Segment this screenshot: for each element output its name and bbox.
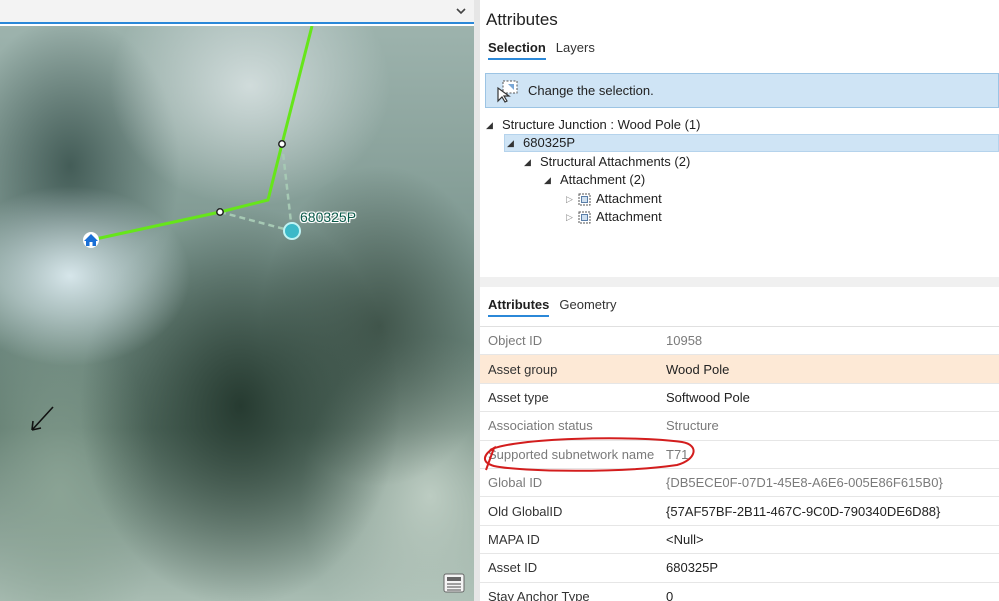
attribute-tabs: Attributes Geometry [488, 297, 616, 317]
field-value: {DB5ECE0F-07D1-45E8-A6E6-005E86F615B0} [666, 475, 943, 491]
collapsed-triangle-icon[interactable]: ▷ [566, 208, 578, 226]
attribute-table-icon[interactable] [443, 573, 465, 593]
tab-selection[interactable]: Selection [488, 40, 546, 60]
map-tab-bar [0, 0, 474, 24]
expand-triangle-icon[interactable]: ◢ [486, 116, 498, 134]
association-connector [219, 210, 293, 233]
expand-triangle-icon[interactable]: ◢ [524, 153, 536, 171]
tree-node-attachment[interactable]: ▷ Attachment [566, 208, 662, 226]
tab-geometry[interactable]: Geometry [559, 297, 616, 317]
junction-point[interactable] [278, 140, 286, 148]
field-name: Asset ID [488, 560, 538, 576]
map-view[interactable]: 680325P [0, 0, 474, 601]
association-connector [280, 143, 294, 232]
tree-node-label: Attachment [596, 191, 662, 206]
field-name: Stay Anchor Type [488, 588, 590, 601]
tab-attributes[interactable]: Attributes [488, 297, 550, 317]
attribute-row-object-id[interactable]: Object ID 10958 [480, 327, 999, 356]
tree-node-label: Attachment [596, 209, 662, 224]
field-value[interactable]: 0 [666, 589, 999, 601]
field-value[interactable]: {57AF57BF-2B11-467C-9C0D-790340DE6D88} [666, 504, 999, 519]
attribute-row-asset-group[interactable]: Asset group Wood Pole [480, 355, 999, 384]
field-value: T71 [666, 446, 689, 462]
field-name: Global ID [488, 475, 543, 491]
tree-node-attachment-group[interactable]: ◢ Attachment (2) [544, 171, 645, 189]
selection-tabs: Selection Layers [488, 40, 595, 60]
tree-node-structural-attachments[interactable]: ◢ Structural Attachments (2) [524, 153, 690, 171]
map-canvas[interactable]: 680325P [0, 26, 474, 601]
field-name: Association status [488, 418, 593, 434]
electric-line[interactable] [90, 26, 314, 242]
field-value[interactable]: Wood Pole [666, 362, 999, 377]
attribute-row-asset-type[interactable]: Asset type Softwood Pole [480, 384, 999, 413]
change-selection-label: Change the selection. [528, 83, 654, 98]
section-divider [480, 277, 999, 287]
expand-triangle-icon[interactable]: ◢ [507, 134, 519, 152]
tab-layers[interactable]: Layers [556, 40, 595, 60]
attachment-feature-icon [578, 193, 591, 205]
wood-pole-point[interactable] [283, 222, 301, 240]
select-tool-icon [497, 80, 518, 103]
junction-point[interactable] [216, 208, 224, 216]
field-name: Object ID [488, 333, 543, 349]
attribute-row-old-globalid[interactable]: Old GlobalID {57AF57BF-2B11-467C-9C0D-79… [480, 497, 999, 526]
field-value[interactable]: <Null> [666, 532, 999, 547]
tree-node-pole[interactable]: ◢ 680325P [504, 134, 999, 152]
attribute-row-mapa-id[interactable]: MAPA ID <Null> [480, 526, 999, 555]
field-value[interactable]: Softwood Pole [666, 390, 999, 405]
tree-node-label: Structure Junction : Wood Pole (1) [502, 117, 701, 132]
field-value[interactable]: 680325P [666, 560, 999, 575]
field-name: MAPA ID [488, 531, 540, 547]
field-value: Structure [666, 418, 719, 434]
tree-node-label: Structural Attachments (2) [540, 154, 691, 169]
house-icon[interactable] [83, 232, 99, 248]
attribute-row-asset-id[interactable]: Asset ID 680325P [480, 554, 999, 583]
field-name: Asset type [488, 389, 549, 405]
pane-title: Attributes [486, 10, 558, 29]
map-features [31, 26, 314, 431]
tree-node-structure-junction[interactable]: ◢ Structure Junction : Wood Pole (1) [486, 116, 700, 134]
field-value: 10958 [666, 333, 703, 349]
attributes-pane: Attributes Selection Layers Change the s… [480, 0, 999, 601]
feature-label: 680325P [300, 209, 357, 225]
expand-triangle-icon[interactable]: ◢ [544, 171, 556, 189]
tree-node-attachment[interactable]: ▷ Attachment [566, 190, 662, 208]
attribute-row-stay-anchor-type[interactable]: Stay Anchor Type 0 [480, 583, 999, 601]
attachment-feature-icon [578, 211, 591, 223]
field-name: Old GlobalID [488, 503, 563, 519]
tree-node-label: Attachment (2) [560, 172, 646, 187]
red-annotation-ellipse [484, 437, 695, 472]
tree-node-label: 680325P [523, 135, 576, 150]
chevron-down-icon[interactable] [454, 4, 468, 18]
arrow-symbol-icon[interactable] [31, 406, 54, 431]
attribute-row-global-id[interactable]: Global ID {DB5ECE0F-07D1-45E8-A6E6-005E8… [480, 469, 999, 498]
collapsed-triangle-icon[interactable]: ▷ [566, 190, 578, 208]
field-name: Asset group [488, 361, 558, 377]
change-selection-button[interactable]: Change the selection. [485, 73, 999, 108]
